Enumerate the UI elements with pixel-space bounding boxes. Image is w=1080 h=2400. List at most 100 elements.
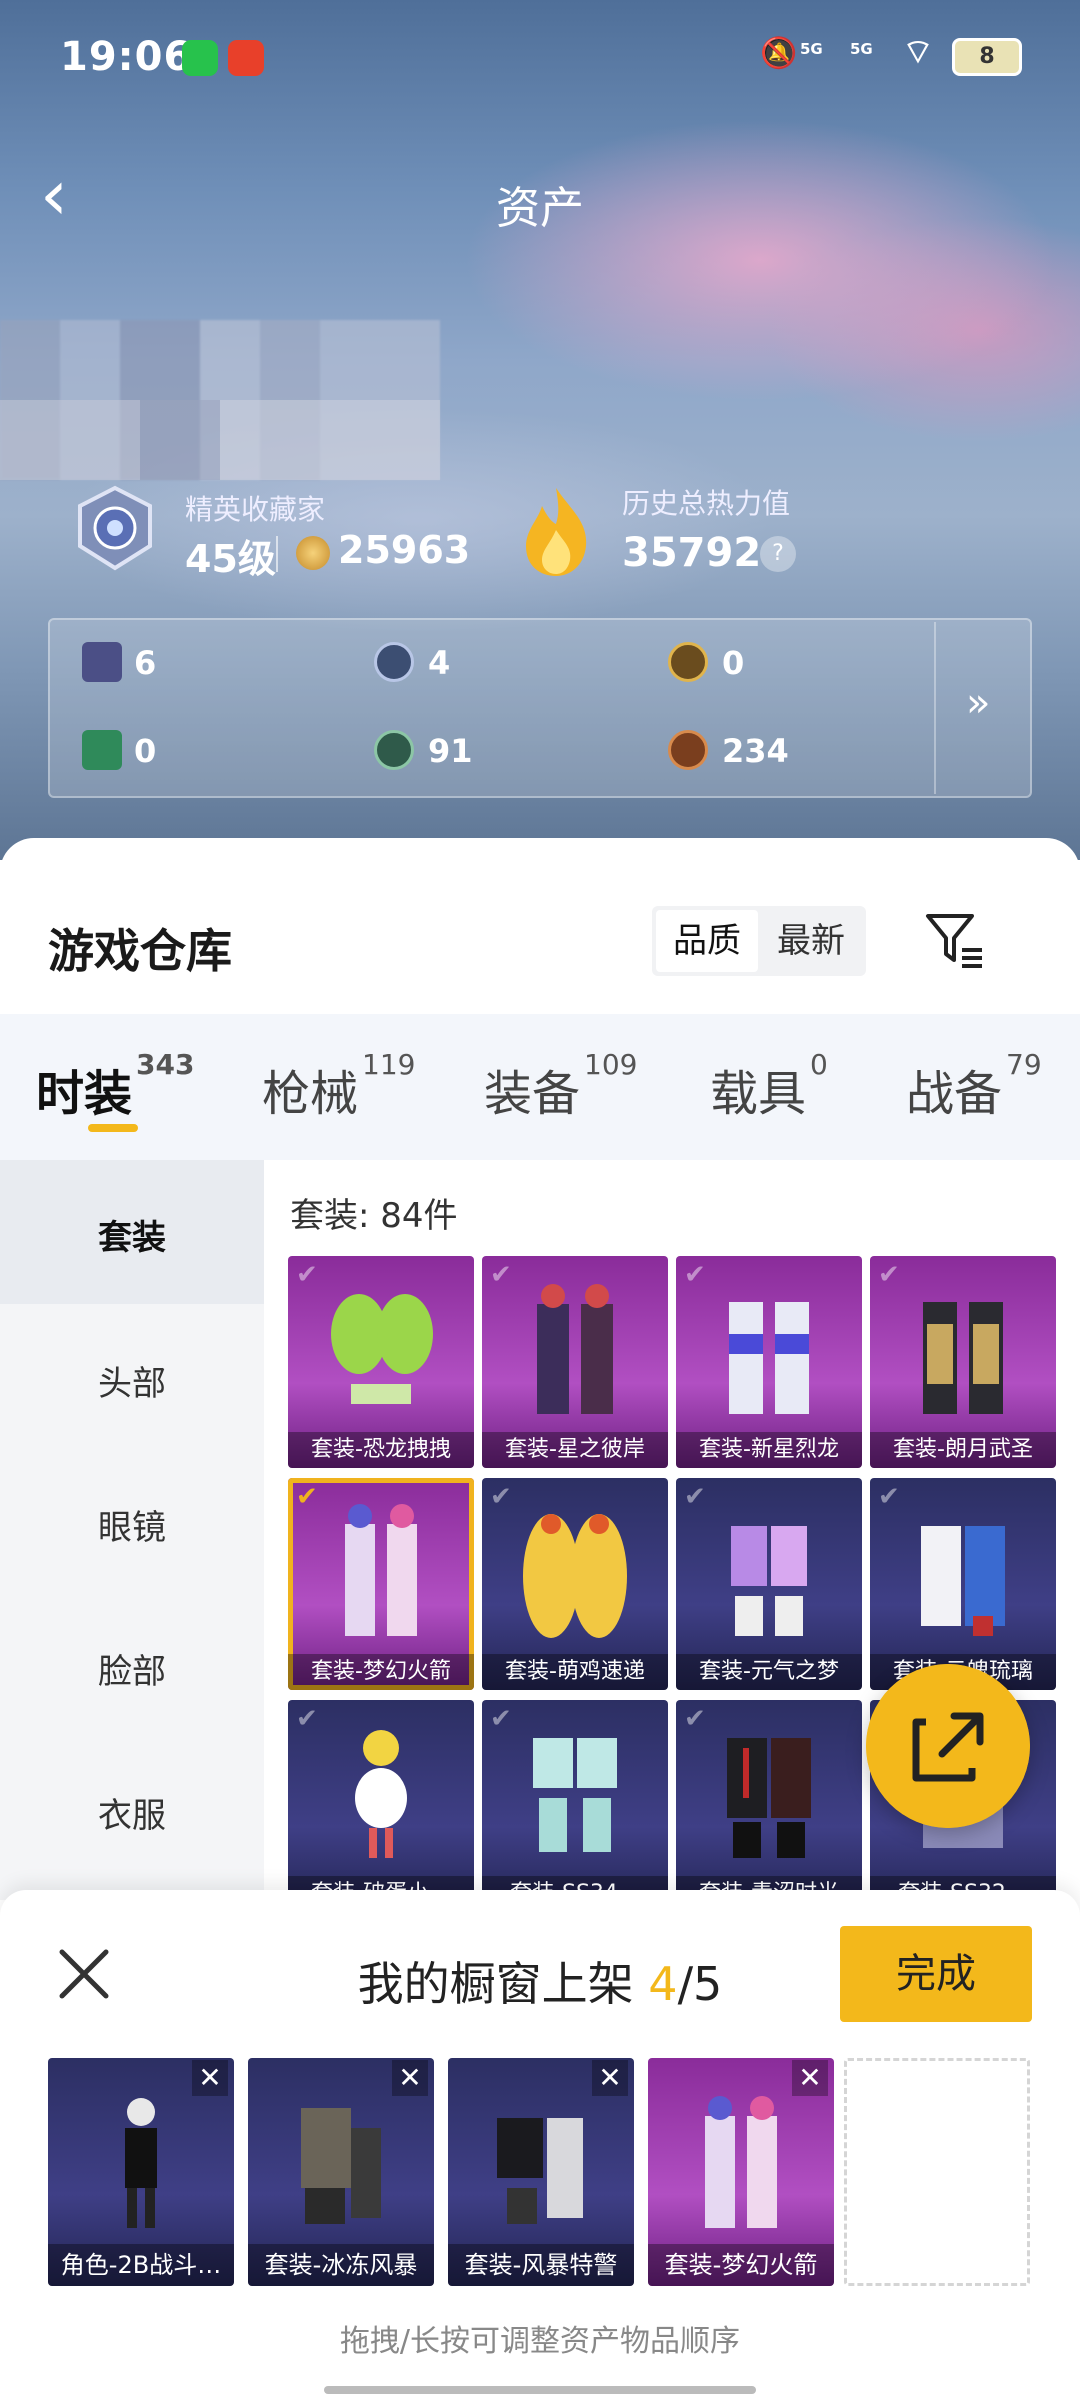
check-icon: ✔ [684, 1260, 706, 1290]
item-card[interactable]: ✔套装-破蛋小… [288, 1700, 474, 1912]
showcase-slot[interactable]: ✕ 角色-2B战斗… [48, 2058, 234, 2286]
check-icon: ✔ [296, 1260, 318, 1290]
home-indicator[interactable] [324, 2386, 756, 2394]
sort-quality-button[interactable]: 品质 [656, 910, 758, 972]
page-title: 资产 [496, 183, 584, 234]
tab-label: 载具 [710, 1066, 807, 1122]
item-card[interactable]: ✔套装-云魄琉璃 [870, 1478, 1056, 1690]
expand-resources-icon[interactable]: » [966, 680, 990, 726]
item-card-selected[interactable]: ✔ 套装-梦幻火箭 [288, 1478, 474, 1690]
showcase-empty-slot[interactable] [844, 2058, 1030, 2286]
item-card[interactable]: ✔ 套装-新星烈龙 [676, 1256, 862, 1468]
back-button[interactable]: ‹ [40, 160, 100, 235]
outfit-figure [731, 1526, 807, 1636]
status-time: 19:06 [60, 34, 193, 80]
item-card[interactable]: ✔套装-青涩时光 [676, 1700, 862, 1912]
item-label: 套装-梦幻火箭 [288, 1654, 474, 1690]
item-card[interactable]: ✔ 套装-萌鸡速递 [482, 1478, 668, 1690]
check-icon: ✔ [878, 1260, 900, 1290]
resource-value: 6 [134, 644, 157, 682]
sidebar-item-glasses[interactable]: 眼镜 [0, 1500, 264, 1549]
share-button[interactable] [866, 1664, 1030, 1828]
outfit-figure [537, 1284, 613, 1414]
tab-count: 343 [136, 1048, 195, 1081]
filter-icon[interactable] [922, 908, 986, 972]
blurred-username-row2 [0, 400, 440, 480]
outfit-figure [921, 1526, 1005, 1636]
outfit-figure [345, 1504, 417, 1636]
card-icon [82, 642, 122, 682]
item-card[interactable]: ✔ 套装-恐龙拽拽 [288, 1256, 474, 1468]
heat-value: 35792 [622, 530, 762, 576]
ticket-icon [82, 730, 122, 770]
check-icon: ✔ [490, 1260, 512, 1290]
resource-panel [48, 618, 1032, 798]
check-icon: ✔ [490, 1704, 512, 1734]
sidebar-item-head[interactable]: 头部 [0, 1356, 264, 1405]
gold-medal-icon [668, 642, 708, 682]
outfit-figure [301, 2108, 381, 2224]
outfit-figure [523, 1514, 627, 1638]
check-icon: ✔ [296, 1704, 318, 1734]
grid-item-count: 套装: 84件 [290, 1196, 458, 1236]
shop-notification-icon [228, 40, 264, 76]
showcase-slot[interactable]: ✕ 套装-冰冻风暴 [248, 2058, 434, 2286]
green-coin-icon [374, 730, 414, 770]
outfit-figure [355, 1730, 407, 1858]
tab-label: 装备 [484, 1066, 581, 1122]
tab-count: 0 [810, 1048, 828, 1081]
tab-equipment[interactable]: 装备109 [484, 1048, 637, 1124]
silver-coin-icon [374, 642, 414, 682]
tab-supplies[interactable]: 战备79 [906, 1048, 1042, 1124]
help-icon[interactable]: ? [760, 536, 796, 572]
sidebar-item-face[interactable]: 脸部 [0, 1644, 264, 1693]
tab-label: 枪械 [262, 1066, 359, 1122]
item-label: 套装-恐龙拽拽 [288, 1432, 474, 1468]
showcase-item-label: 套装-冰冻风暴 [248, 2244, 434, 2286]
showcase-total: /5 [677, 1957, 723, 2011]
outfit-figure [533, 1738, 617, 1852]
tab-count: 109 [584, 1048, 638, 1081]
tab-vehicles[interactable]: 载具0 [710, 1048, 828, 1124]
tab-fashion[interactable]: 时装343 [36, 1048, 194, 1124]
collector-title: 精英收藏家 [185, 493, 326, 526]
item-card[interactable]: ✔套装-SS34… [482, 1700, 668, 1912]
sort-newest-button[interactable]: 最新 [760, 910, 862, 972]
outfit-figure [923, 1302, 1003, 1414]
check-icon: ✔ [296, 1482, 318, 1512]
resource-value: 0 [722, 644, 745, 682]
outfit-figure [331, 1294, 433, 1404]
tab-count: 119 [362, 1048, 416, 1081]
sidebar-item-suit[interactable]: 套装 [0, 1210, 264, 1259]
showcase-slot[interactable]: ✕ 套装-梦幻火箭 [648, 2058, 834, 2286]
showcase-count: 4 [648, 1957, 678, 2011]
wifi-icon: ⌔ [902, 32, 934, 72]
warehouse-title: 游戏仓库 [48, 924, 232, 978]
resource-value: 0 [134, 732, 157, 770]
outfit-figure [125, 2098, 157, 2228]
done-button[interactable]: 完成 [840, 1926, 1032, 2022]
sidebar-item-clothes[interactable]: 衣服 [0, 1788, 264, 1837]
tab-label: 战备 [906, 1066, 1003, 1122]
item-card[interactable]: ✔ 套装-朗月武圣 [870, 1256, 1056, 1468]
resource-value: 234 [722, 732, 789, 770]
signal-5g-icon-1: 5G [800, 40, 823, 58]
item-card[interactable]: ✔ 套装-星之彼岸 [482, 1256, 668, 1468]
resource-value: 91 [428, 732, 473, 770]
check-icon: ✔ [684, 1704, 706, 1734]
item-label: 套装-朗月武圣 [870, 1432, 1056, 1468]
showcase-slot[interactable]: ✕ 套装-风暴特警 [448, 2058, 634, 2286]
item-card[interactable]: ✔ 套装-元气之梦 [676, 1478, 862, 1690]
resource-value: 4 [428, 644, 451, 682]
tab-label: 时装 [36, 1066, 133, 1122]
collector-level: 45级 [185, 537, 276, 581]
heat-title: 历史总热力值 [622, 487, 791, 520]
outfit-figure [729, 1302, 809, 1414]
showcase-item-label: 套装-风暴特警 [448, 2244, 634, 2286]
level-divider [276, 536, 278, 572]
tab-guns[interactable]: 枪械119 [262, 1048, 415, 1124]
mute-icon: 🔕 [760, 36, 798, 71]
tab-count: 79 [1006, 1048, 1042, 1081]
item-label: 套装-新星烈龙 [676, 1432, 862, 1468]
collector-points: 25963 [338, 528, 471, 572]
